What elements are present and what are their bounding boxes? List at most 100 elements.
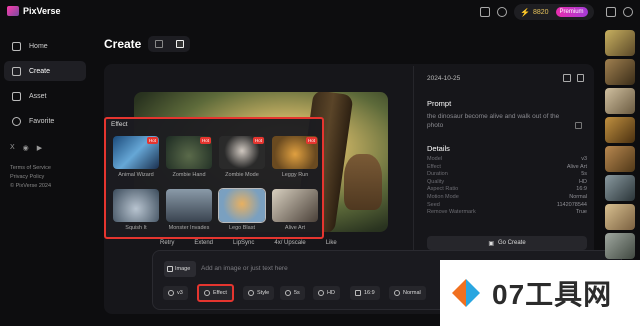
- credits-count: 8820: [532, 8, 549, 16]
- sparkle-icon: [204, 290, 210, 296]
- effect-button[interactable]: Effect: [197, 284, 234, 302]
- discord-icon[interactable]: [497, 7, 507, 17]
- sidebar-item-create[interactable]: Create: [4, 61, 86, 81]
- top-bar: PixVerse ⚡ 8820 Premium: [0, 0, 640, 24]
- effect-thumbnail: Hot: [219, 136, 265, 169]
- image-upload-button[interactable]: Image: [164, 261, 196, 277]
- effect-lego-blast[interactable]: Lego Blast: [218, 188, 266, 231]
- watermark-logo: [448, 275, 484, 311]
- asset-icon: [12, 91, 21, 101]
- discord-icon[interactable]: ◉: [23, 144, 29, 152]
- effect-label: Animal Wizard: [118, 172, 154, 178]
- details-title[interactable]: Details: [427, 144, 450, 153]
- privacy-link[interactable]: Privacy Policy: [10, 173, 51, 182]
- effect-zombie-hand[interactable]: Hot Zombie Hand: [166, 136, 212, 178]
- effect-thumbnail: Hot: [113, 136, 159, 169]
- detail-row: Remove Watermark True: [427, 209, 587, 216]
- history-thumb[interactable]: [605, 59, 635, 85]
- share-icon[interactable]: [563, 74, 571, 82]
- effect-panel-title: Effect: [111, 121, 128, 128]
- style-select[interactable]: Style: [243, 286, 275, 300]
- trash-icon[interactable]: [577, 74, 584, 82]
- effect-label: Leggy Run: [281, 172, 309, 178]
- grid-view-icon[interactable]: [154, 40, 163, 48]
- avatar[interactable]: [623, 7, 633, 17]
- download-icon[interactable]: [606, 7, 616, 17]
- credits-badge[interactable]: ⚡ 8820 Premium: [514, 4, 594, 20]
- dinosaur: [344, 154, 382, 210]
- duration-select[interactable]: 5s: [280, 286, 305, 300]
- history-thumb[interactable]: [605, 30, 635, 56]
- effect-monster-invades[interactable]: Monster Invades: [166, 189, 212, 231]
- view-toggle[interactable]: [148, 36, 190, 52]
- palette-icon: [248, 290, 254, 296]
- hot-badge: Hot: [146, 137, 158, 144]
- effect-label: Alive Art: [284, 225, 306, 231]
- motion-mode-select[interactable]: Normal: [389, 286, 426, 300]
- youtube-icon[interactable]: ▶: [37, 144, 42, 152]
- app-name: PixVerse: [23, 6, 61, 16]
- history-thumb[interactable]: [605, 233, 635, 259]
- lipsync-button[interactable]: LipSync: [233, 240, 254, 246]
- effect-zombie-mode[interactable]: Hot Zombie Mode: [219, 136, 265, 178]
- model-select[interactable]: v3: [163, 286, 188, 300]
- terms-link[interactable]: Terms of Service: [10, 164, 51, 173]
- sidebar-item-home[interactable]: Home: [4, 36, 86, 56]
- effect-label: Lego Blast: [229, 225, 255, 231]
- aspect-ratio-select[interactable]: 16:9: [350, 286, 380, 300]
- image-icon: [167, 266, 173, 272]
- effect-animal-wizard[interactable]: Hot Animal Wizard: [113, 136, 159, 178]
- quality-select[interactable]: HD: [313, 286, 340, 300]
- effect-thumbnail: [166, 189, 212, 222]
- x-icon[interactable]: X: [10, 144, 15, 152]
- prompt-input[interactable]: Add an image or just text here: [201, 265, 288, 272]
- detail-row: Quality HD: [427, 178, 587, 185]
- upscale-button[interactable]: 4x/ Upscale: [274, 240, 305, 246]
- bolt-icon: ⚡: [520, 7, 530, 17]
- heart-icon: [12, 116, 21, 126]
- toggle-icon: [394, 290, 400, 296]
- frame-icon: [355, 290, 361, 296]
- page-title: Create: [104, 37, 142, 51]
- effect-thumbnail: Hot: [166, 136, 212, 169]
- sidebar-item-asset[interactable]: Asset: [4, 86, 86, 106]
- effect-label: Squish It: [125, 225, 147, 231]
- single-view-icon[interactable]: [175, 40, 184, 48]
- clock-icon: [285, 290, 291, 296]
- home-icon: [12, 41, 21, 51]
- effect-squish-it[interactable]: Squish It: [113, 189, 159, 231]
- copy-icon[interactable]: [575, 122, 582, 129]
- logo[interactable]: PixVerse: [7, 6, 61, 16]
- history-thumb[interactable]: [605, 204, 635, 230]
- book-icon[interactable]: [480, 7, 490, 17]
- retry-button[interactable]: Retry: [160, 240, 174, 246]
- go-create-button[interactable]: ▣ Go Create: [427, 236, 587, 250]
- extend-button[interactable]: Extend: [194, 240, 213, 246]
- history-thumb[interactable]: [605, 117, 635, 143]
- effect-label: Zombie Mode: [225, 172, 259, 178]
- detail-row: Seed 1142078544: [427, 201, 587, 208]
- eye-icon: [318, 290, 324, 296]
- detail-row: Duration 5s: [427, 171, 587, 178]
- sidebar-item-label: Favorite: [29, 117, 55, 125]
- divider: [413, 66, 414, 256]
- history-thumb[interactable]: [605, 175, 635, 201]
- cube-icon: [168, 290, 174, 296]
- effect-thumbnail: [218, 188, 266, 223]
- effect-leggy-run[interactable]: Hot Leggy Run: [272, 136, 318, 178]
- created-date: 2024-10-25: [427, 75, 461, 82]
- effect-thumbnail: Hot: [272, 136, 318, 169]
- effect-panel: Effect Hot Animal Wizard Hot Zombie Hand…: [104, 117, 324, 239]
- history-thumb[interactable]: [605, 146, 635, 172]
- sidebar-item-label: Home: [29, 42, 48, 50]
- effect-alive-art[interactable]: Alive Art: [272, 189, 318, 231]
- detail-row: Aspect Ratio 16:9: [427, 186, 587, 193]
- effect-label: Zombie Hand: [172, 172, 206, 178]
- like-button[interactable]: Like: [326, 240, 337, 246]
- premium-badge[interactable]: Premium: [555, 7, 588, 17]
- history-thumb[interactable]: [605, 88, 635, 114]
- sidebar-item-favorite[interactable]: Favorite: [4, 111, 86, 131]
- effect-thumbnail: [272, 189, 318, 222]
- prompt-text: the dinosaur become alive and walk out o…: [427, 113, 560, 129]
- social-links: X ◉ ▶: [10, 144, 42, 152]
